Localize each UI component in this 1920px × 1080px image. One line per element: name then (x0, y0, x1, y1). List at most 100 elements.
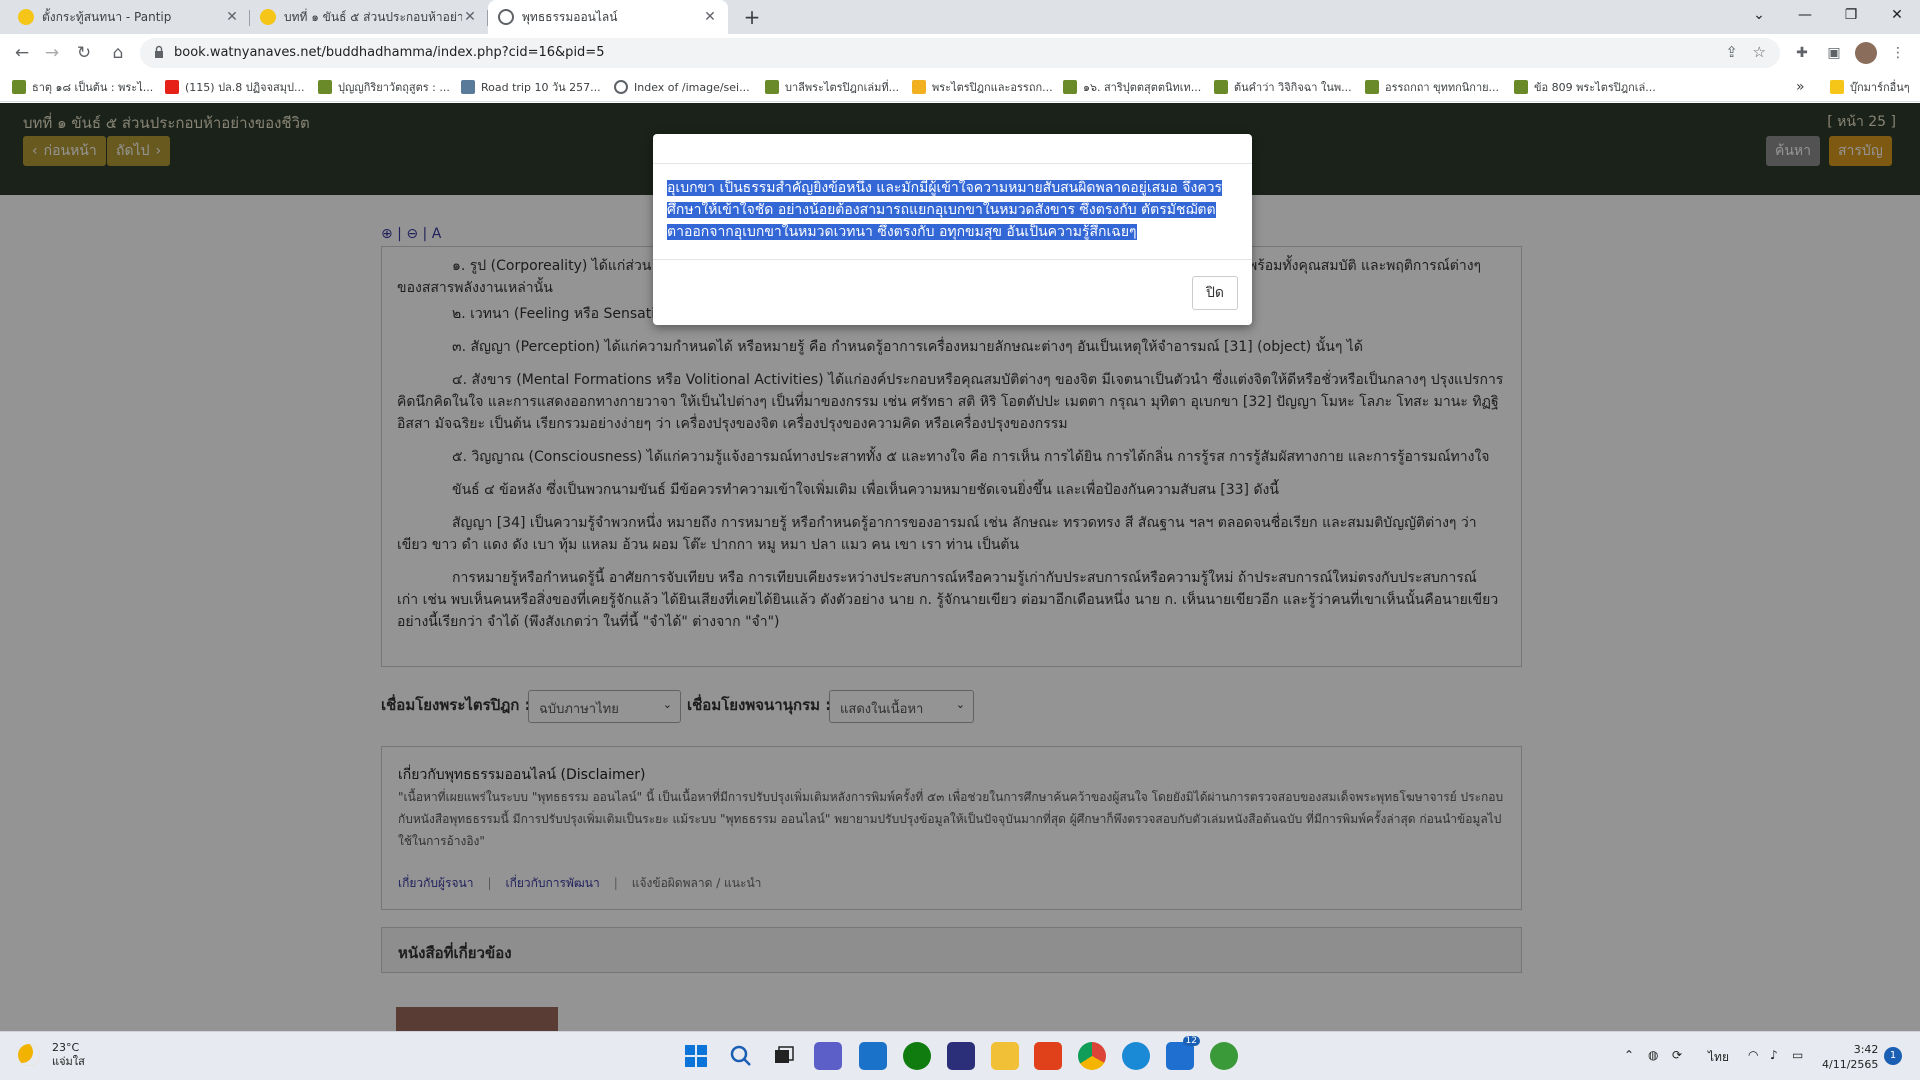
close-window-button[interactable]: ✕ (1874, 0, 1920, 30)
file-explorer-icon[interactable] (991, 1042, 1019, 1070)
back-arrow-icon[interactable]: ← (8, 40, 36, 66)
chrome-icon[interactable] (1078, 1042, 1106, 1070)
moon-icon (18, 1044, 40, 1066)
bookmark-label: ธาตุ ๑๘ เป็นต้น : พระไ... (32, 81, 154, 94)
system-clock[interactable]: 3:42 4/11/2565 (1822, 1042, 1878, 1072)
bookmark-item[interactable]: ปุญญกิริยาวัตถุสูตร : ... (318, 78, 450, 96)
youtube-icon (165, 80, 179, 94)
close-button[interactable]: ปิด (1192, 276, 1238, 310)
battery-icon[interactable]: ▭ (1792, 1048, 1803, 1062)
address-bar[interactable]: book.watnyanaves.net/buddhadhamma/index.… (140, 38, 1780, 68)
bookmark-label: บาลีพระไตรปิฎกเล่มที่... (785, 81, 900, 94)
language-indicator[interactable]: ไทย (1708, 1048, 1729, 1067)
clock-date: 4/11/2565 (1822, 1058, 1879, 1071)
bookmark-label: ต้นคำว่า วิจิกิจฉา ในพ... (1234, 81, 1352, 94)
bookmark-label: ข้อ 809 พระไตรปิฎกเล่... (1534, 81, 1656, 94)
home-icon[interactable]: ⌂ (104, 40, 132, 66)
bookmark-item[interactable]: บาลีพระไตรปิฎกเล่มที่... (765, 78, 899, 96)
bookmark-item[interactable]: ธาตุ ๑๘ เป็นต้น : พระไ... (12, 78, 153, 96)
taskbar: 23°C แจ่มใส 12 ⌃ ◍ ⟳ ไทย ◠ ♪ ▭ 3:42 4/11… (0, 1031, 1920, 1080)
bookmark-label: Road trip 10 วัน 257... (481, 81, 601, 94)
tab-title: บทที่ ๑ ขันธ์ ๕ ส่วนประกอบห้าอย่างข (284, 9, 462, 24)
wifi-icon[interactable]: ◠ (1748, 1048, 1758, 1062)
reload-icon[interactable]: ↻ (70, 40, 98, 66)
bookmark-label: บุ๊กมาร์กอื่นๆ (1850, 81, 1910, 94)
close-icon[interactable]: ✕ (702, 9, 718, 25)
more-menu-icon[interactable]: ⋮ (1887, 42, 1909, 64)
bookmark-label: ๑๖. สาริปุตตสุตตนิทเท... (1083, 81, 1202, 94)
tab-title: ตั้งกระทู้สนทนา - Pantip (42, 9, 172, 24)
tab-search-chevron-icon[interactable]: ⌄ (1736, 0, 1782, 30)
start-icon[interactable] (682, 1042, 710, 1070)
forward-arrow-icon[interactable]: → (38, 40, 66, 66)
globe-app-icon[interactable] (1210, 1042, 1238, 1070)
lock-icon (155, 45, 163, 58)
volume-icon[interactable]: ♪ (1770, 1048, 1778, 1062)
url-text: book.watnyanaves.net/buddhadhamma/index.… (174, 45, 605, 60)
modal-body: อุเบกขา เป็นธรรมสำคัญยิ่งข้อหนึ่ง และมัก… (667, 177, 1232, 243)
restore-button[interactable]: ❐ (1828, 0, 1874, 30)
bookmark-item[interactable]: Road trip 10 วัน 257... (461, 78, 601, 96)
other-bookmarks-folder[interactable]: บุ๊กมาร์กอื่นๆ (1830, 78, 1910, 96)
browser-toolbar: ← → ↻ ⌂ book.watnyanaves.net/buddhadhamm… (0, 34, 1920, 72)
office-icon[interactable] (1034, 1042, 1062, 1070)
chevron-up-icon[interactable]: ⌃ (1624, 1048, 1634, 1062)
globe-icon (498, 9, 514, 25)
pantip-favicon-icon (18, 9, 34, 25)
modal-selected-text[interactable]: อุเบกขา เป็นธรรมสำคัญยิ่งข้อหนึ่ง และมัก… (667, 180, 1223, 240)
weather-widget[interactable]: 23°C แจ่มใส (18, 1041, 85, 1069)
side-panel-icon[interactable]: ▣ (1823, 42, 1845, 64)
bookmark-label: พระไตรปิฎกและอรรถก... (932, 81, 1053, 94)
bookmark-item[interactable]: Index of /image/sei... (614, 78, 750, 96)
defender-icon[interactable]: ◍ (1648, 1048, 1658, 1062)
mail-icon[interactable] (859, 1042, 887, 1070)
bookmark-label: Index of /image/sei... (634, 80, 750, 94)
bookmark-favicon-icon (765, 80, 779, 94)
sync-icon[interactable]: ⟳ (1672, 1048, 1682, 1062)
search-icon[interactable] (727, 1042, 755, 1070)
close-icon[interactable]: ✕ (224, 9, 240, 25)
weather-condition: แจ่มใส (52, 1055, 85, 1068)
temperature: 23°C (52, 1041, 80, 1054)
browser-tab-pantip[interactable]: ตั้งกระทู้สนทนา - Pantip ✕ (8, 0, 250, 34)
tab-title: พุทธธรรมออนไลน์ (522, 9, 618, 24)
bookmark-item[interactable]: ข้อ 809 พระไตรปิฎกเล่... (1514, 78, 1656, 96)
clock-time: 3:42 (1853, 1043, 1879, 1056)
browser-tab-chapter[interactable]: บทที่ ๑ ขันธ์ ๕ ส่วนประกอบห้าอย่างข ✕ (250, 0, 488, 34)
bookmark-favicon-icon (12, 80, 26, 94)
profile-avatar[interactable] (1855, 42, 1877, 64)
badge-count: 12 (1182, 1036, 1200, 1046)
modal-dialog: อุเบกขา เป็นธรรมสำคัญยิ่งข้อหนึ่ง และมัก… (653, 134, 1252, 325)
xbox-icon[interactable] (903, 1042, 931, 1070)
modal-footer-divider (653, 259, 1252, 260)
minimize-button[interactable]: — (1782, 0, 1828, 30)
task-view-icon[interactable] (770, 1042, 798, 1070)
bookmarks-overflow-button[interactable]: » (1796, 78, 1805, 96)
store-icon[interactable]: 12 (1166, 1036, 1200, 1070)
bookmark-star-icon[interactable]: ☆ (1753, 43, 1766, 61)
bookmark-label: ปุญญกิริยาวัตถุสูตร : ... (338, 81, 450, 94)
globe-icon (614, 80, 628, 94)
extensions-icon[interactable]: ✚ (1791, 42, 1813, 64)
edge-icon[interactable] (1122, 1042, 1150, 1070)
web-page: บทที่ ๑ ขันธ์ ๕ ส่วนประกอบห้าอย่างของชีว… (0, 103, 1920, 1031)
bookmark-favicon-icon (1063, 80, 1077, 94)
bookmarks-bar: ธาตุ ๑๘ เป็นต้น : พระไ... (115) ปล.8 ปฏิ… (0, 72, 1920, 102)
bookmark-item[interactable]: พระไตรปิฎกและอรรถก... (912, 78, 1053, 96)
bookmark-item[interactable]: (115) ปล.8 ปฏิจจสมุป... (165, 78, 305, 96)
notification-badge[interactable]: 1 (1884, 1047, 1902, 1065)
bookmark-favicon-icon (1365, 80, 1379, 94)
new-tab-button[interactable]: + (738, 4, 766, 32)
close-icon[interactable]: ✕ (462, 9, 478, 25)
browser-tab-buddhadhamma[interactable]: พุทธธรรมออนไลน์ ✕ (488, 0, 728, 34)
tab-strip: ตั้งกระทู้สนทนา - Pantip ✕ บทที่ ๑ ขันธ์… (0, 0, 1920, 34)
bookmark-favicon-icon (461, 80, 475, 94)
bookmark-item[interactable]: อรรถกถา ขุททกนิกาย... (1365, 78, 1499, 96)
bookmark-item[interactable]: ๑๖. สาริปุตตสุตตนิทเท... (1063, 78, 1201, 96)
share-icon[interactable]: ⇪ (1725, 43, 1738, 61)
teams-chat-icon[interactable] (814, 1042, 842, 1070)
modal-header (653, 134, 1252, 164)
bookmark-item[interactable]: ต้นคำว่า วิจิกิจฉา ในพ... (1214, 78, 1352, 96)
pen-app-icon[interactable] (947, 1042, 975, 1070)
bookmark-favicon-icon (1514, 80, 1528, 94)
